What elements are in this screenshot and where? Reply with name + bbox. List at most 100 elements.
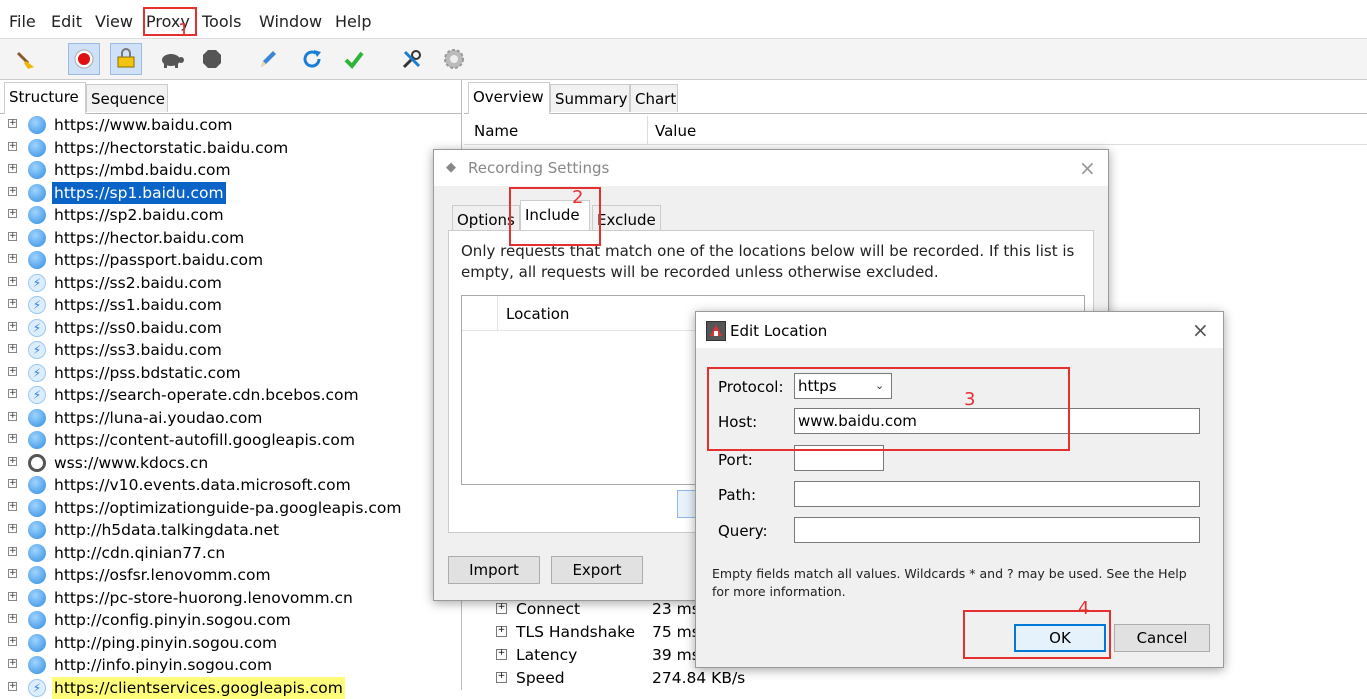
timing-value: 75 ms <box>652 623 700 641</box>
tree-row[interactable]: + https://v10.events.data.microsoft.com <box>0 474 461 496</box>
turtle-icon[interactable] <box>155 43 187 75</box>
expand-icon[interactable]: + <box>8 321 17 331</box>
tree-row[interactable]: + https://sp2.baidu.com <box>0 204 461 226</box>
expand-icon[interactable]: + <box>8 479 17 488</box>
tree-row[interactable]: + http://cdn.qinian77.cn <box>0 542 461 564</box>
tree-row[interactable]: + https://hectorstatic.baidu.com <box>0 137 461 159</box>
expand-icon[interactable]: + <box>8 614 17 623</box>
tree-row[interactable]: + http://ping.pinyin.sogou.com <box>0 632 461 654</box>
expand-icon[interactable]: + <box>8 434 17 443</box>
close-icon[interactable]: × <box>1192 318 1209 342</box>
expand-icon[interactable]: + <box>8 209 17 218</box>
expand-icon[interactable]: + <box>8 276 17 286</box>
tab-chart[interactable]: Chart <box>630 84 678 112</box>
path-field[interactable] <box>794 481 1200 507</box>
tree-row[interactable]: + ⚡ https://ss2.baidu.com <box>0 272 461 294</box>
import-button[interactable]: Import <box>448 556 540 584</box>
tree-row[interactable]: + http://info.pinyin.sogou.com <box>0 654 461 676</box>
expand-icon[interactable]: + <box>8 524 17 533</box>
menu-file[interactable]: File <box>9 12 36 31</box>
edit-location-titlebar: Edit Location × <box>696 312 1223 348</box>
expand-icon[interactable]: + <box>8 164 17 173</box>
expand-icon[interactable]: + <box>496 672 507 683</box>
tab-structure[interactable]: Structure <box>4 82 86 114</box>
expand-icon[interactable]: + <box>8 299 17 308</box>
globe-icon <box>28 633 46 652</box>
tools-wrench-icon[interactable] <box>396 43 428 75</box>
expand-icon[interactable]: + <box>8 636 17 646</box>
menu-help[interactable]: Help <box>335 12 371 31</box>
host-label: http://info.pinyin.sogou.com <box>54 656 273 674</box>
tree-row[interactable]: + https://www.baidu.com <box>0 114 461 136</box>
expand-icon[interactable]: + <box>8 681 17 691</box>
cancel-button[interactable]: Cancel <box>1114 624 1210 652</box>
globe-icon <box>28 566 46 584</box>
expand-icon[interactable]: + <box>496 649 507 660</box>
tree-row[interactable]: + ⚡ https://ss3.baidu.com <box>0 339 461 361</box>
tree-row[interactable]: + ⚡ https://clientservices.googleapis.com <box>0 676 461 699</box>
tree-row[interactable]: + https://luna-ai.youdao.com <box>0 407 461 429</box>
host-label: https://sp1.baidu.com <box>52 181 226 204</box>
tree-row[interactable]: + https://sp1.baidu.com <box>0 181 461 204</box>
expand-icon[interactable]: + <box>8 546 17 556</box>
bolt-icon: ⚡ <box>28 273 46 292</box>
expand-icon[interactable]: + <box>8 186 17 196</box>
tree-row[interactable]: + ⚡ https://ss0.baidu.com <box>0 317 461 339</box>
export-button[interactable]: Export <box>551 556 643 584</box>
tree-row[interactable]: + https://pc-store-huorong.lenovomm.cn <box>0 587 461 609</box>
tree-row[interactable]: + https://osfsr.lenovomm.com <box>0 564 461 586</box>
stop-icon[interactable] <box>196 43 228 75</box>
tree-row[interactable]: + https://hector.baidu.com <box>0 227 461 249</box>
expand-icon[interactable]: + <box>8 659 17 668</box>
left-tabstrip: Structure Sequence <box>0 80 461 114</box>
tree-row[interactable]: + ⚡ https://pss.bdstatic.com <box>0 362 461 384</box>
tree-row[interactable]: + http://config.pinyin.sogou.com <box>0 609 461 631</box>
throttle-lock-icon[interactable] <box>110 43 142 75</box>
globe-icon <box>28 251 46 269</box>
expand-icon[interactable]: + <box>496 603 507 614</box>
globe-icon <box>28 611 46 629</box>
validate-check-icon[interactable] <box>338 43 370 75</box>
tree-row[interactable]: + ⚡ https://ss1.baidu.com <box>0 294 461 316</box>
tree-row[interactable]: + ⚡ https://search-operate.cdn.bcebos.com <box>0 384 461 406</box>
expand-icon[interactable]: + <box>8 366 17 376</box>
tab-summary[interactable]: Summary <box>550 84 630 112</box>
menu-edit[interactable]: Edit <box>51 12 82 31</box>
tab-sequence[interactable]: Sequence <box>86 84 168 112</box>
expand-icon[interactable]: + <box>8 411 17 421</box>
expand-icon[interactable]: + <box>8 456 17 466</box>
refresh-icon[interactable] <box>296 43 328 75</box>
broom-icon[interactable] <box>10 43 42 75</box>
expand-icon[interactable]: + <box>8 501 17 511</box>
bolt-icon: ⚡ <box>28 318 46 337</box>
timing-value: 23 ms <box>652 600 700 618</box>
tab-overview[interactable]: Overview <box>468 82 550 114</box>
tree-row[interactable]: + https://mbd.baidu.com <box>0 159 461 181</box>
menu-window[interactable]: Window <box>259 12 322 31</box>
tree-row[interactable]: + wss://www.kdocs.cn <box>0 452 461 474</box>
globe-icon <box>28 498 46 517</box>
expand-icon[interactable]: + <box>8 591 17 601</box>
expand-icon[interactable]: + <box>8 344 17 353</box>
close-icon[interactable]: × <box>1079 156 1096 180</box>
tab-exclude[interactable]: Exclude <box>592 205 661 233</box>
settings-gear-icon[interactable] <box>438 43 470 75</box>
expand-icon[interactable]: + <box>8 141 17 151</box>
expand-icon[interactable]: + <box>8 569 17 578</box>
expand-icon[interactable]: + <box>8 254 17 263</box>
expand-icon[interactable]: + <box>8 389 17 398</box>
globe-icon <box>28 116 46 134</box>
tree-row[interactable]: + https://content-autofill.googleapis.com <box>0 429 461 451</box>
expand-icon[interactable]: + <box>8 231 17 241</box>
compose-pen-icon[interactable] <box>252 43 284 75</box>
tree-row[interactable]: + https://optimizationguide-pa.googleapis… <box>0 497 461 519</box>
tree-row[interactable]: + http://h5data.talkingdata.net <box>0 519 461 541</box>
expand-icon[interactable]: + <box>8 119 17 128</box>
menu-view[interactable]: View <box>95 12 133 31</box>
bolt-icon: ⚡ <box>28 296 46 314</box>
record-icon[interactable] <box>68 43 100 75</box>
tree-row[interactable]: + https://passport.baidu.com <box>0 249 461 271</box>
menu-tools[interactable]: Tools <box>202 12 241 31</box>
query-field[interactable] <box>794 517 1200 543</box>
expand-icon[interactable]: + <box>496 626 507 637</box>
